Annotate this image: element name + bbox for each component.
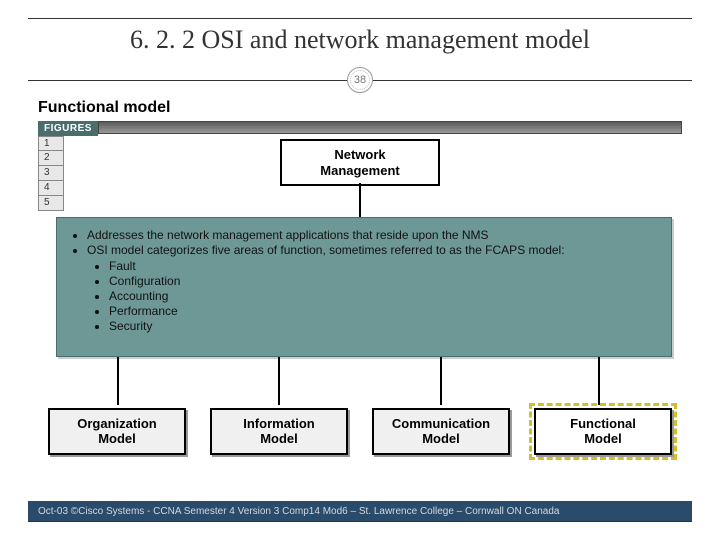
root-node-network-management: NetworkManagement bbox=[280, 139, 440, 186]
figures-tab[interactable]: FIGURES bbox=[38, 121, 98, 136]
figure-row[interactable]: 5 bbox=[38, 196, 64, 211]
section-label: Functional model bbox=[38, 99, 170, 117]
bullet-sub-item: Performance bbox=[109, 304, 657, 318]
model-box-functional-highlighted: FunctionalModel bbox=[534, 408, 672, 455]
model-boxes-row: OrganizationModel InformationModel Commu… bbox=[48, 408, 672, 455]
title-rule: 38 bbox=[28, 67, 692, 93]
description-panel: Addresses the network management applica… bbox=[56, 217, 672, 357]
connector-line bbox=[440, 357, 442, 405]
figure-number-list: 1 2 3 4 5 bbox=[38, 136, 64, 211]
model-box-communication: CommunicationModel bbox=[372, 408, 510, 455]
bullet-item: Addresses the network management applica… bbox=[87, 228, 657, 242]
diagram-area: Functional model FIGURES 1 2 3 4 5 Netwo… bbox=[38, 99, 682, 469]
slide-title: 6. 2. 2 OSI and network management model bbox=[28, 25, 692, 55]
model-box-information: InformationModel bbox=[210, 408, 348, 455]
figures-bar bbox=[98, 121, 682, 134]
figure-row[interactable]: 3 bbox=[38, 166, 64, 181]
bullet-sub-item: Accounting bbox=[109, 289, 657, 303]
bullet-sub-item: Configuration bbox=[109, 274, 657, 288]
bullet-item: OSI model categorizes five areas of func… bbox=[87, 243, 657, 257]
model-box-organization: OrganizationModel bbox=[48, 408, 186, 455]
figure-row[interactable]: 4 bbox=[38, 181, 64, 196]
footer-text: Oct-03 ©Cisco Systems - CCNA Semester 4 … bbox=[38, 506, 559, 517]
connector-line bbox=[117, 357, 119, 405]
slide-number-badge: 38 bbox=[347, 67, 373, 93]
connector-line bbox=[278, 357, 280, 405]
figure-row[interactable]: 1 bbox=[38, 136, 64, 151]
footer-bar: Oct-03 ©Cisco Systems - CCNA Semester 4 … bbox=[28, 501, 692, 521]
connector-line bbox=[359, 183, 361, 217]
bullet-sub-item: Fault bbox=[109, 259, 657, 273]
figure-row[interactable]: 2 bbox=[38, 151, 64, 166]
connector-line bbox=[598, 357, 600, 405]
bullet-sub-item: Security bbox=[109, 319, 657, 333]
